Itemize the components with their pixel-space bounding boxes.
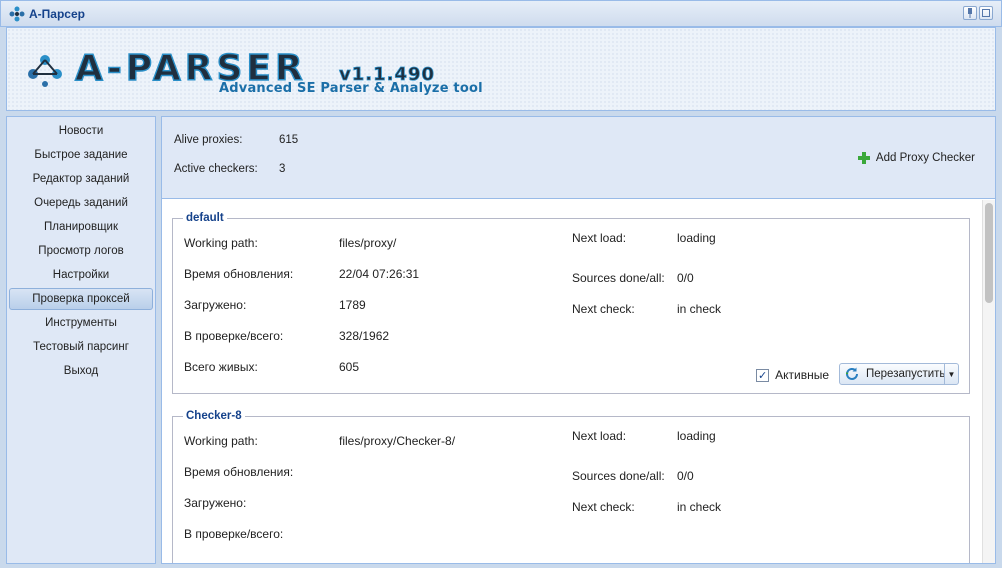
active-checkers-value: 3 — [279, 163, 286, 175]
refresh-icon — [846, 367, 858, 380]
alive-proxies-value: 615 — [279, 134, 299, 146]
pin-icon[interactable] — [963, 6, 977, 20]
active-checkbox-label: Активные — [775, 368, 829, 382]
in-check-label: В проверке/всего: — [184, 329, 284, 343]
sidebar-item-task-queue[interactable]: Очередь заданий — [9, 191, 153, 215]
main-scrollbar[interactable] — [982, 200, 995, 563]
working-path-label: Working path: — [184, 236, 258, 250]
checker-panel-default: default Working path: files/proxy/ Время… — [172, 212, 970, 394]
alive-proxies-label: Alive proxies: — [174, 134, 243, 146]
sidebar-item-proxy-check[interactable]: Проверка проксей — [9, 288, 153, 310]
sidebar-item-scheduler[interactable]: Планировщик — [9, 215, 153, 239]
app-logo-icon — [9, 6, 25, 21]
header-banner: A-PARSER v1.1.490 Advanced SE Parser & A… — [6, 27, 996, 111]
next-load-label: Next load: — [572, 231, 627, 245]
active-checkbox[interactable]: ✓ — [756, 368, 770, 382]
updated-time-label: Время обновления: — [184, 465, 294, 479]
next-load-value: loading — [677, 429, 716, 443]
loaded-label: Загружено: — [184, 298, 247, 312]
sidebar-item-exit[interactable]: Выход — [9, 359, 153, 383]
main-panel: Alive proxies: 615 Active checkers: 3 Ad… — [161, 116, 996, 564]
working-path-value: files/proxy/Checker-8/ — [339, 434, 456, 448]
next-check-value: in check — [677, 302, 722, 316]
restart-button-label: Перезапустить — [866, 368, 946, 380]
next-check-value: in check — [677, 500, 722, 514]
total-alive-value: 605 — [339, 360, 360, 374]
sources-value: 0/0 — [677, 271, 694, 285]
in-check-label: В проверке/всего: — [184, 527, 284, 541]
sources-label: Sources done/all: — [572, 271, 665, 285]
next-load-value: loading — [677, 231, 716, 245]
window-titlebar: A-Парсер — [0, 0, 1002, 27]
add-proxy-checker-button[interactable]: Add Proxy Checker — [857, 151, 975, 165]
active-checkers-label: Active checkers: — [174, 163, 258, 175]
maximize-icon[interactable] — [979, 6, 993, 20]
sidebar-item-task-editor[interactable]: Редактор заданий — [9, 167, 153, 191]
sidebar-item-news[interactable]: Новости — [9, 119, 153, 143]
sidebar-item-logs[interactable]: Просмотр логов — [9, 239, 153, 263]
scrollbar-thumb[interactable] — [985, 203, 993, 303]
checkers-list: default Working path: files/proxy/ Время… — [162, 200, 982, 563]
window-title: A-Парсер — [29, 6, 85, 21]
checker-name: default — [186, 212, 224, 224]
active-toggle[interactable]: ✓ Активные — [756, 368, 829, 382]
in-check-value: 328/1962 — [339, 329, 390, 343]
loaded-value: 1789 — [339, 298, 366, 312]
chevron-down-icon[interactable]: ▼ — [944, 364, 958, 384]
sidebar-item-tools[interactable]: Инструменты — [9, 311, 153, 335]
sidebar-item-test-parsing[interactable]: Тестовый парсинг — [9, 335, 153, 359]
working-path-value: files/proxy/ — [339, 236, 397, 250]
add-proxy-checker-label: Add Proxy Checker — [875, 152, 975, 164]
sidebar-item-settings[interactable]: Настройки — [9, 263, 153, 287]
updated-time-label: Время обновления: — [184, 267, 294, 281]
sidebar-item-quick-task[interactable]: Быстрое задание — [9, 143, 153, 167]
next-check-label: Next check: — [572, 302, 635, 316]
sidebar-nav: Новости Быстрое задание Редактор заданий… — [6, 116, 156, 564]
restart-button[interactable]: Перезапустить ▼ — [839, 363, 959, 385]
total-alive-label: Всего живых: — [184, 360, 258, 374]
updated-time-value: 22/04 07:26:31 — [339, 267, 420, 281]
plus-icon — [857, 152, 870, 164]
proxy-summary: Alive proxies: 615 Active checkers: 3 Ad… — [162, 117, 995, 199]
loaded-label: Загружено: — [184, 496, 247, 510]
next-load-label: Next load: — [572, 429, 627, 443]
next-check-label: Next check: — [572, 500, 635, 514]
logo-subtitle: Advanced SE Parser & Analyze tool — [219, 81, 483, 96]
checker-name: Checker-8 — [186, 410, 242, 422]
sources-label: Sources done/all: — [572, 469, 665, 483]
sources-value: 0/0 — [677, 469, 694, 483]
working-path-label: Working path: — [184, 434, 258, 448]
checker-panel-checker-8: Checker-8 Working path: files/proxy/Chec… — [172, 410, 970, 563]
